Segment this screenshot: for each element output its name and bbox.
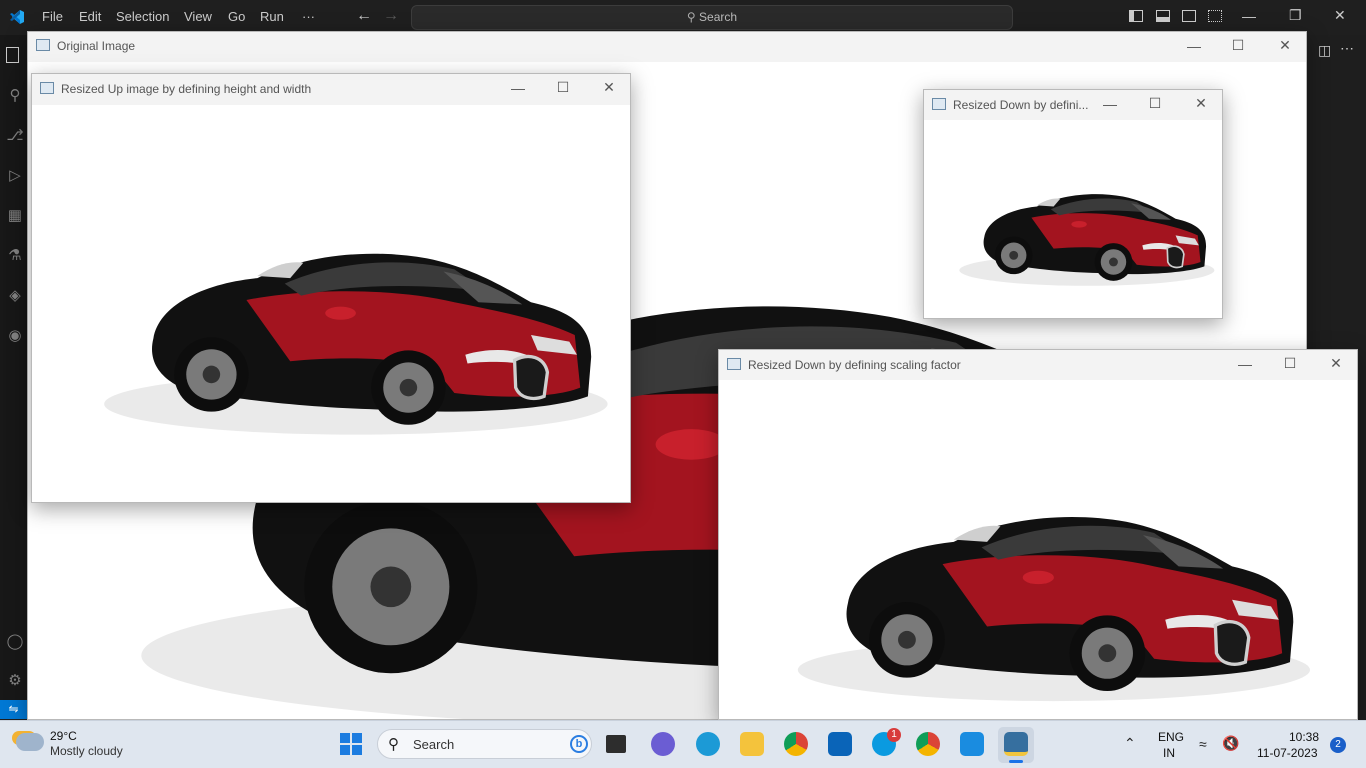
menu-selection[interactable]: Selection bbox=[116, 9, 169, 24]
remote-indicator-icon[interactable]: ⇋ bbox=[0, 700, 27, 719]
window-title: Resized Down by defini... bbox=[953, 98, 1089, 112]
window-app-icon bbox=[36, 39, 50, 51]
menu-more[interactable]: ··· bbox=[302, 9, 315, 24]
testing-icon[interactable]: ⚗ bbox=[6, 247, 24, 265]
outlook-icon[interactable] bbox=[828, 732, 852, 756]
activity-bar: ⚲ ⎇ ▷ ▦ ⚗ ◈ ◉ ◯ ⚙ bbox=[0, 35, 27, 700]
accounts-icon[interactable]: ◯ bbox=[6, 633, 24, 651]
menu-edit[interactable]: Edit bbox=[79, 9, 101, 24]
chrome-icon[interactable] bbox=[784, 732, 808, 756]
minimize-button[interactable]: — bbox=[1184, 38, 1204, 54]
menu-view[interactable]: View bbox=[184, 9, 212, 24]
resized-down-small-window[interactable]: Resized Down by defini... — ☐ ✕ bbox=[923, 89, 1223, 319]
menu-run[interactable]: Run bbox=[260, 9, 284, 24]
manage-gear-icon[interactable]: ⚙ bbox=[6, 672, 24, 690]
maximize-button[interactable]: ☐ bbox=[1280, 355, 1300, 372]
split-editor-icon[interactable]: ◫ bbox=[1318, 42, 1331, 59]
language-bottom[interactable]: IN bbox=[1163, 746, 1175, 760]
vscode-restore-icon[interactable]: ❐ bbox=[1289, 7, 1302, 24]
chrome-profile-icon[interactable] bbox=[916, 732, 940, 756]
skype-notification-badge: 1 bbox=[887, 728, 901, 742]
volume-muted-icon[interactable]: 🔇 bbox=[1222, 735, 1239, 752]
menu-file[interactable]: File bbox=[42, 9, 63, 24]
search-icon: ⚲ bbox=[686, 10, 700, 24]
chat-icon[interactable] bbox=[651, 732, 675, 756]
weather-widget[interactable]: 29°C Mostly cloudy bbox=[16, 729, 166, 763]
run-debug-icon[interactable]: ▷ bbox=[6, 167, 24, 185]
weather-temp: 29°C bbox=[50, 729, 77, 743]
taskbar-search-box[interactable]: ⚲ Search b bbox=[377, 729, 592, 759]
vscode-minimize-icon[interactable]: — bbox=[1242, 8, 1256, 24]
menu-go[interactable]: Go bbox=[228, 9, 245, 24]
window-app-icon bbox=[932, 98, 946, 110]
clock-time[interactable]: 10:38 bbox=[1289, 730, 1319, 744]
weather-desc: Mostly cloudy bbox=[50, 744, 123, 758]
clock-date[interactable]: 11-07-2023 bbox=[1257, 746, 1318, 760]
window-title-bar[interactable]: Original Image — ☐ ✕ bbox=[28, 32, 1306, 62]
task-view-icon[interactable] bbox=[606, 735, 626, 753]
toggle-secondary-sidebar-icon[interactable] bbox=[1182, 10, 1196, 22]
window-title-bar[interactable]: Resized Down by defining scaling factor … bbox=[719, 350, 1357, 380]
editor-more-icon[interactable]: ⋯ bbox=[1340, 40, 1354, 57]
forward-arrow-icon[interactable]: → bbox=[383, 7, 399, 25]
vscode-close-icon[interactable]: ✕ bbox=[1334, 7, 1346, 24]
toggle-primary-sidebar-icon[interactable] bbox=[1129, 10, 1143, 22]
taskbar-search-label: Search bbox=[413, 737, 455, 752]
windows-taskbar bbox=[0, 720, 1366, 768]
python-icon[interactable]: ◈ bbox=[6, 287, 24, 305]
close-button[interactable]: ✕ bbox=[1275, 37, 1295, 54]
window-title-bar[interactable]: Resized Up image by defining height and … bbox=[32, 74, 630, 105]
toggle-panel-icon[interactable] bbox=[1156, 10, 1170, 22]
close-button[interactable]: ✕ bbox=[1326, 355, 1346, 372]
bing-icon[interactable]: b bbox=[570, 735, 588, 753]
resized-up-window[interactable]: Resized Up image by defining height and … bbox=[31, 73, 631, 503]
close-button[interactable]: ✕ bbox=[1191, 95, 1211, 112]
maximize-button[interactable]: ☐ bbox=[1145, 95, 1165, 112]
minimize-button[interactable]: — bbox=[1100, 96, 1120, 112]
running-indicator bbox=[1009, 760, 1023, 763]
github-icon[interactable]: ◉ bbox=[6, 327, 24, 345]
window-app-icon bbox=[727, 358, 741, 370]
source-control-icon[interactable]: ⎇ bbox=[6, 127, 24, 145]
resized-down-scale-window[interactable]: Resized Down by defining scaling factor … bbox=[718, 349, 1358, 720]
explorer-icon[interactable] bbox=[6, 47, 19, 63]
resized-down-scale-car-image bbox=[719, 380, 1357, 719]
notification-count-badge[interactable]: 2 bbox=[1330, 737, 1346, 753]
command-search-box[interactable]: ⚲ Search bbox=[411, 5, 1013, 30]
search-label: Search bbox=[699, 10, 738, 24]
vscode-logo-icon bbox=[9, 9, 25, 25]
language-top[interactable]: ENG bbox=[1158, 730, 1184, 744]
resized-down-small-car-image bbox=[924, 120, 1222, 318]
maximize-button[interactable]: ☐ bbox=[553, 79, 573, 96]
vscode-taskbar-icon[interactable] bbox=[960, 732, 984, 756]
python-app-icon[interactable] bbox=[1004, 732, 1028, 756]
maximize-button[interactable]: ☐ bbox=[1228, 37, 1248, 54]
window-title: Resized Up image by defining height and … bbox=[61, 82, 312, 96]
cloudy-weather-icon bbox=[16, 733, 44, 751]
minimize-button[interactable]: — bbox=[508, 80, 528, 96]
wifi-icon[interactable]: ≈ bbox=[1199, 736, 1207, 752]
show-hidden-icons-icon[interactable]: ⌃ bbox=[1124, 735, 1136, 752]
window-app-icon bbox=[40, 82, 54, 94]
window-title: Original Image bbox=[57, 39, 136, 53]
window-title: Resized Down by defining scaling factor bbox=[748, 358, 961, 372]
resized-up-car-image bbox=[32, 105, 630, 502]
customize-layout-icon[interactable] bbox=[1208, 10, 1222, 22]
minimize-button[interactable]: — bbox=[1235, 356, 1255, 372]
extensions-icon[interactable]: ▦ bbox=[6, 207, 24, 225]
search-icon: ⚲ bbox=[388, 736, 399, 753]
search-activity-icon[interactable]: ⚲ bbox=[6, 87, 24, 105]
file-explorer-icon[interactable] bbox=[740, 732, 764, 756]
close-button[interactable]: ✕ bbox=[599, 79, 619, 96]
window-title-bar[interactable]: Resized Down by defini... — ☐ ✕ bbox=[924, 90, 1222, 120]
back-arrow-icon[interactable]: ← bbox=[356, 7, 372, 25]
vscode-title-bar: File Edit Selection View Go Run ··· ← → … bbox=[0, 0, 1366, 35]
edge-browser-icon[interactable] bbox=[696, 732, 720, 756]
start-button-icon[interactable] bbox=[340, 733, 362, 755]
